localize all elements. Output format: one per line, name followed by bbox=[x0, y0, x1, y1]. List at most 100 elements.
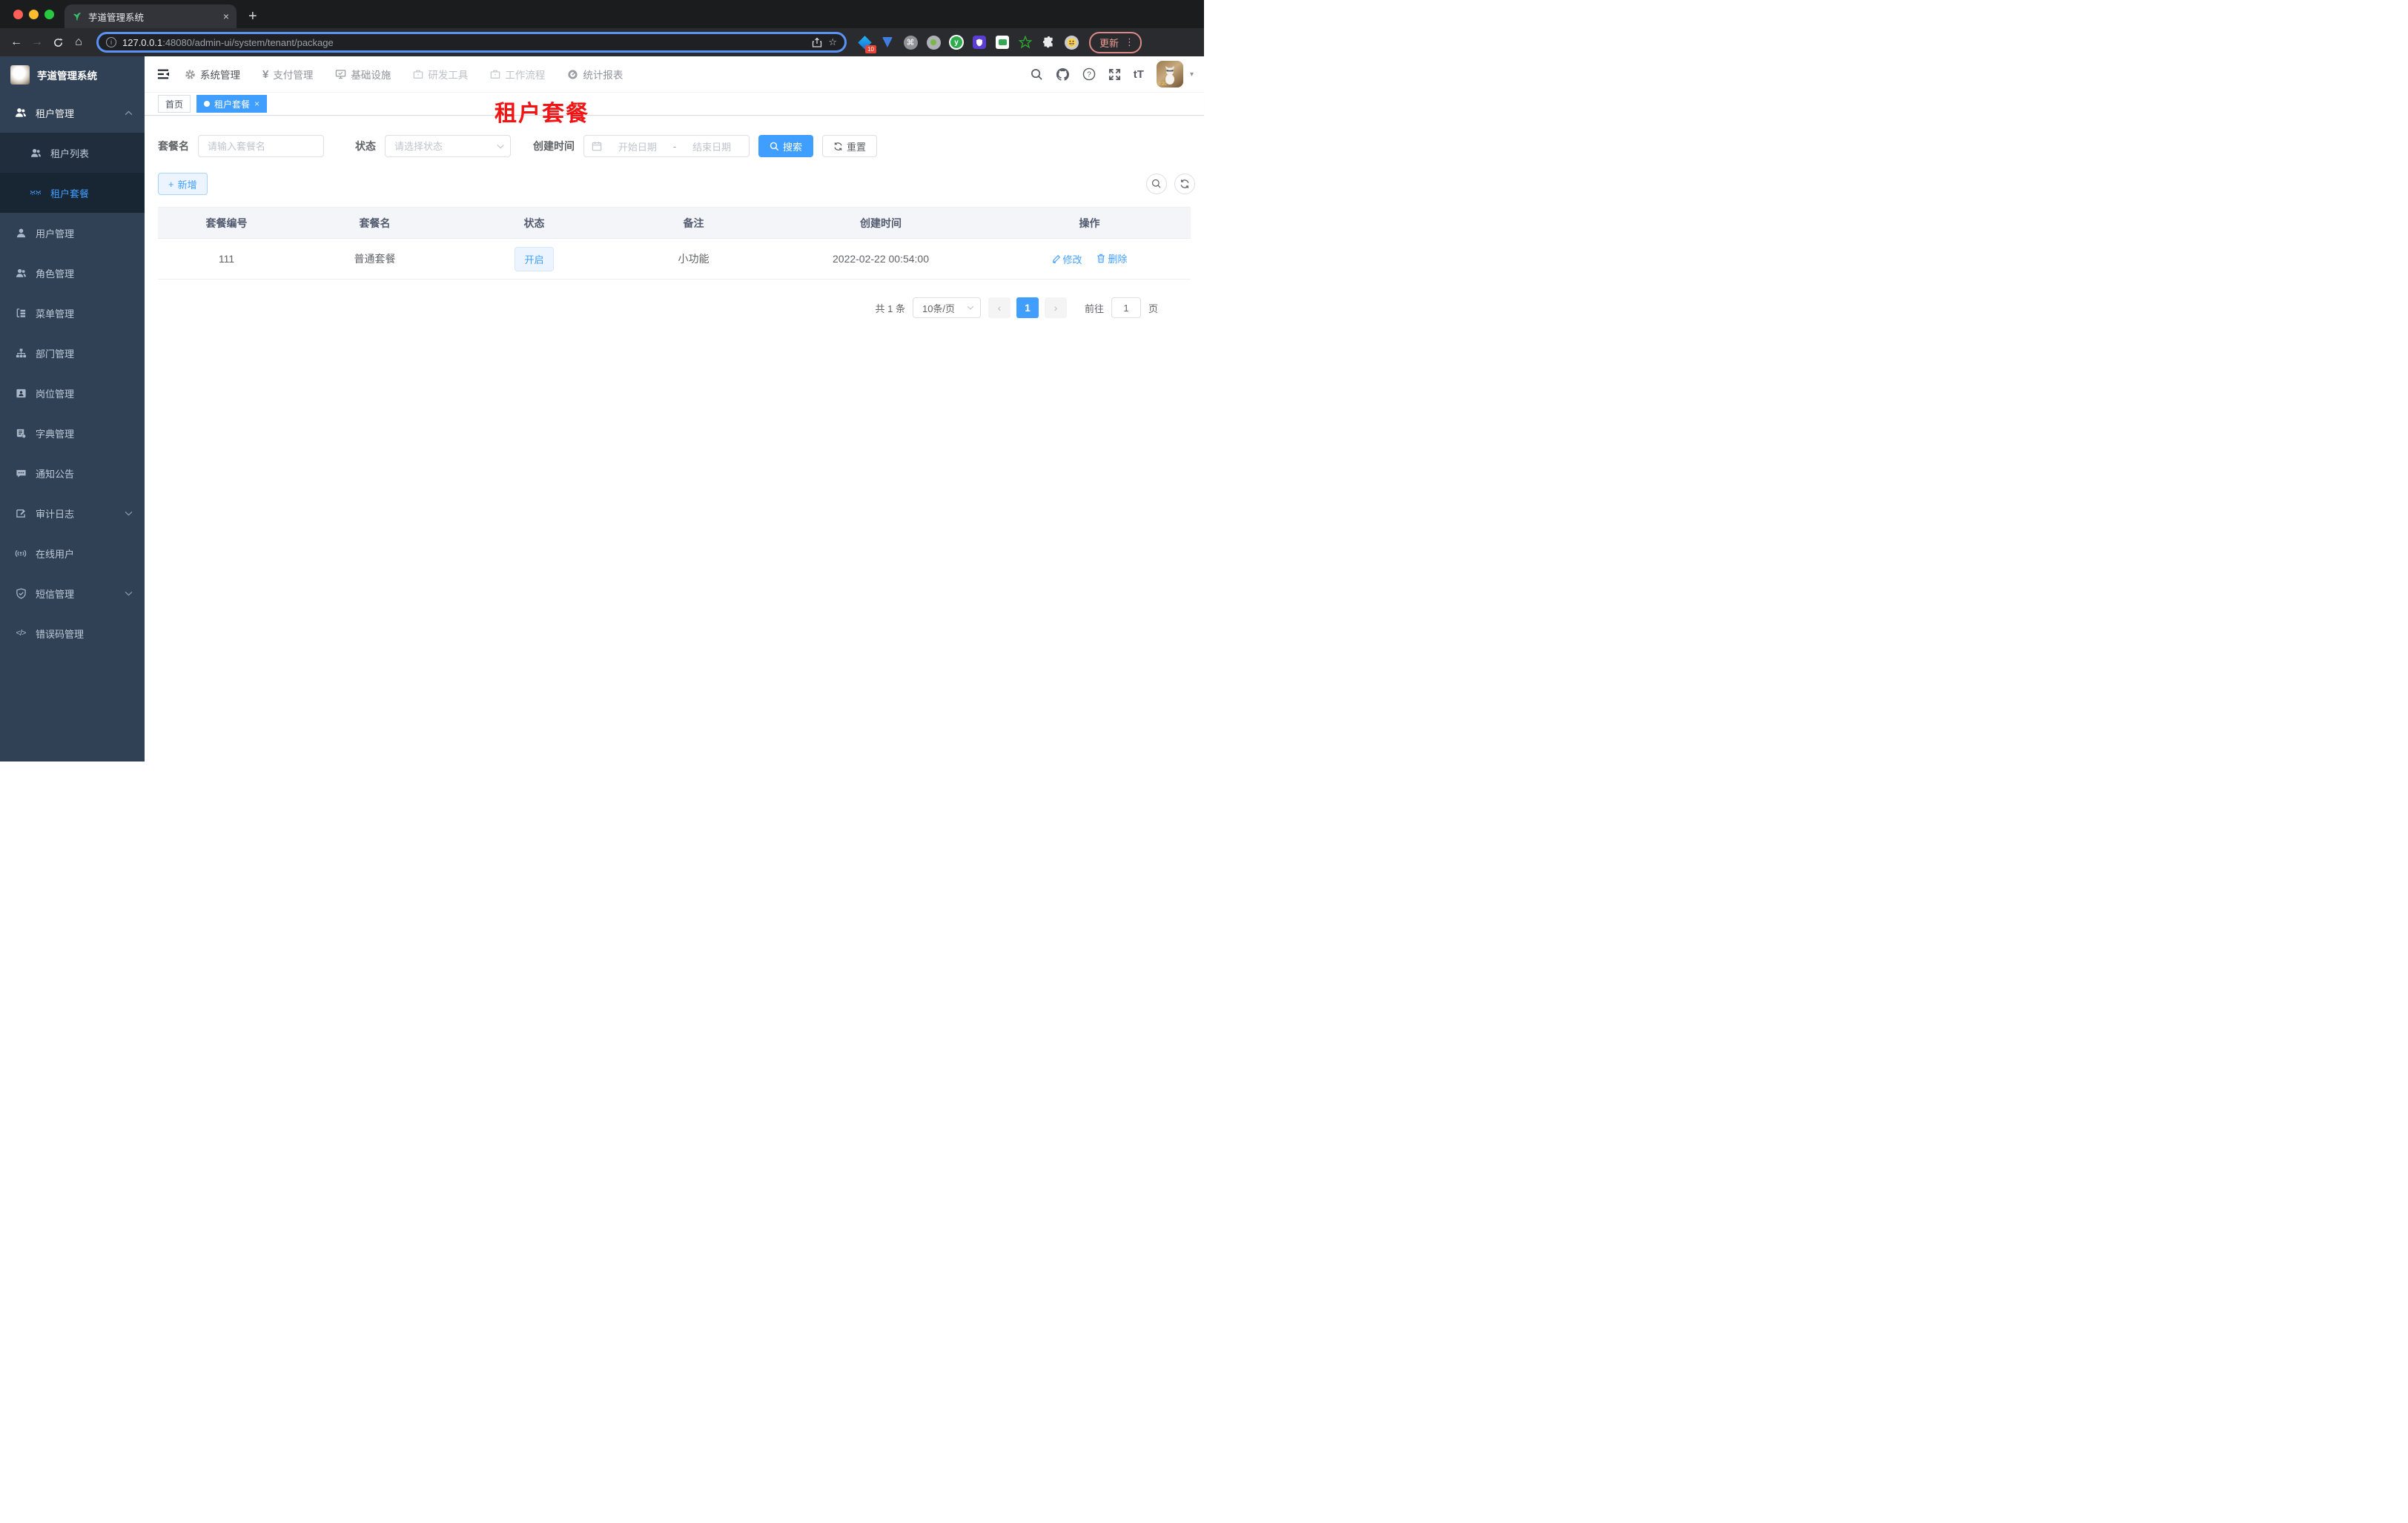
browser-update-button[interactable]: 更新 ⋮ bbox=[1089, 31, 1142, 53]
avatar[interactable]: 0:20 bbox=[1156, 61, 1183, 87]
goto-page-input[interactable] bbox=[1111, 297, 1141, 318]
home-button[interactable]: ⌂ bbox=[68, 36, 89, 49]
nav-item-payment[interactable]: ¥ 支付管理 bbox=[262, 67, 313, 82]
address-bar[interactable]: i 127.0.0.1:48080/admin-ui/system/tenant… bbox=[96, 32, 847, 53]
extension-star-icon[interactable] bbox=[1018, 35, 1033, 50]
date-range-picker[interactable]: 开始日期 - 结束日期 bbox=[583, 135, 750, 157]
nav-item-reports[interactable]: 统计报表 bbox=[567, 67, 623, 82]
extension-dict-icon[interactable]: 10 bbox=[857, 35, 876, 53]
nav-item-system[interactable]: 系统管理 bbox=[185, 67, 240, 82]
sidebar-item-label: 岗位管理 bbox=[36, 388, 75, 400]
nav-item-devtools[interactable]: 研发工具 bbox=[413, 67, 468, 82]
search-button[interactable]: 搜索 bbox=[758, 135, 814, 157]
nav-item-label: 基础设施 bbox=[351, 70, 391, 81]
share-icon[interactable] bbox=[812, 37, 822, 48]
sidebar-item-post-management[interactable]: 岗位管理 bbox=[0, 373, 145, 413]
sidebar-item-notice[interactable]: 通知公告 bbox=[0, 453, 145, 493]
tag-tenant-package[interactable]: 租户套餐 × bbox=[196, 95, 268, 113]
yen-icon: ¥ bbox=[262, 67, 269, 81]
back-button[interactable]: ← bbox=[6, 36, 27, 49]
new-tab-button[interactable]: + bbox=[248, 8, 257, 28]
sidebar-item-audit-log[interactable]: 审计日志 bbox=[0, 493, 145, 533]
refresh-icon bbox=[834, 142, 842, 151]
nav-item-infra[interactable]: 基础设施 bbox=[335, 67, 391, 82]
sidebar-item-tenant-package[interactable]: 租户套餐 bbox=[0, 173, 145, 213]
extension-gem-icon[interactable] bbox=[880, 35, 895, 50]
nav-item-label: 研发工具 bbox=[428, 70, 469, 81]
site-info-icon[interactable]: i bbox=[106, 37, 116, 47]
sidebar-item-tenant-list[interactable]: 租户列表 bbox=[0, 133, 145, 173]
refresh-table-button[interactable] bbox=[1174, 174, 1195, 194]
sidebar-item-error-code[interactable]: </> 错误码管理 bbox=[0, 613, 145, 653]
close-window-button[interactable] bbox=[13, 9, 23, 19]
tag-home[interactable]: 首页 bbox=[158, 95, 191, 113]
refresh-icon bbox=[1180, 179, 1189, 188]
reset-button-label: 重置 bbox=[847, 141, 867, 153]
cell-package-name: 普通套餐 bbox=[295, 238, 454, 280]
tag-close-icon[interactable]: × bbox=[254, 99, 259, 109]
package-name-input[interactable] bbox=[199, 136, 323, 156]
tab-close-icon[interactable]: × bbox=[223, 10, 229, 22]
edit-link[interactable]: 修改 bbox=[1052, 252, 1082, 266]
sidebar-item-menu-management[interactable]: 菜单管理 bbox=[0, 293, 145, 333]
sidebar-item-dict-management[interactable]: 字典管理 bbox=[0, 413, 145, 453]
search-icon[interactable] bbox=[1031, 68, 1043, 81]
font-size-icon[interactable]: tT bbox=[1134, 68, 1144, 81]
page-size-value: 10条/页 bbox=[922, 303, 956, 314]
edit-log-icon bbox=[15, 507, 27, 519]
sidebar-submenu-tenant: 租户列表 租户套餐 bbox=[0, 133, 145, 213]
next-page-button[interactable]: › bbox=[1044, 297, 1067, 318]
sidebar-logo-row[interactable]: 芋道管理系统 bbox=[0, 56, 145, 93]
github-icon[interactable] bbox=[1056, 67, 1070, 82]
sidebar-item-tenant-management[interactable]: 租户管理 bbox=[0, 93, 145, 133]
users-icon bbox=[15, 107, 27, 119]
prev-page-button[interactable]: ‹ bbox=[988, 297, 1010, 318]
extensions-puzzle-icon[interactable] bbox=[1041, 35, 1056, 50]
extension-emoji-icon[interactable] bbox=[1064, 35, 1079, 50]
extension-record-icon[interactable] bbox=[926, 35, 941, 50]
add-button[interactable]: + 新增 bbox=[158, 173, 208, 195]
sidebar-item-user-management[interactable]: 用户管理 bbox=[0, 213, 145, 253]
fullscreen-icon[interactable] bbox=[1108, 68, 1121, 81]
top-navigation: 系统管理 ¥ 支付管理 基础设施 研发工具 工作流程 统计报表 bbox=[185, 67, 623, 82]
delete-link[interactable]: 删除 bbox=[1096, 251, 1127, 265]
browser-tab[interactable]: 芋道管理系统 × bbox=[64, 4, 236, 28]
sidebar-item-role-management[interactable]: 角色管理 bbox=[0, 253, 145, 293]
page-1-button[interactable]: 1 bbox=[1016, 297, 1039, 318]
browser-menu-icon[interactable]: ⋮ bbox=[1125, 36, 1134, 48]
end-date-placeholder[interactable]: 结束日期 bbox=[682, 139, 741, 153]
code-icon: </> bbox=[16, 629, 27, 638]
extension-command-icon[interactable]: ⌘ bbox=[903, 35, 918, 50]
start-date-placeholder[interactable]: 开始日期 bbox=[608, 139, 667, 153]
extension-chat-icon[interactable] bbox=[995, 35, 1010, 50]
reload-icon bbox=[53, 38, 63, 47]
bookmark-star-icon[interactable]: ☆ bbox=[828, 36, 837, 48]
page-size-select[interactable]: 10条/页 bbox=[912, 297, 981, 318]
sidebar-item-dept-management[interactable]: 部门管理 bbox=[0, 333, 145, 373]
sidebar-item-sms-management[interactable]: 短信管理 bbox=[0, 573, 145, 613]
status-select[interactable] bbox=[385, 135, 511, 157]
extension-y-icon[interactable]: y bbox=[949, 35, 964, 50]
white-square-icon bbox=[996, 36, 1009, 49]
status-select-input[interactable] bbox=[386, 136, 497, 156]
show-search-toggle-button[interactable] bbox=[1146, 174, 1167, 194]
help-icon[interactable]: ? bbox=[1082, 67, 1096, 81]
y-letter-icon: y bbox=[950, 36, 962, 48]
filter-name-label: 套餐名 bbox=[158, 140, 189, 152]
nav-item-workflow[interactable]: 工作流程 bbox=[490, 67, 545, 82]
col-created: 创建时间 bbox=[773, 207, 988, 239]
reload-button[interactable] bbox=[47, 37, 68, 48]
sidebar-item-label: 部门管理 bbox=[36, 348, 75, 360]
col-remark: 备注 bbox=[614, 207, 773, 239]
forward-button[interactable]: → bbox=[27, 36, 47, 49]
sidebar-item-online-users[interactable]: 在线用户 bbox=[0, 533, 145, 573]
zoom-window-button[interactable] bbox=[44, 9, 54, 19]
reset-button[interactable]: 重置 bbox=[822, 135, 878, 157]
sidebar-collapse-icon[interactable] bbox=[156, 68, 170, 80]
green-bubble-icon bbox=[998, 39, 1007, 45]
pagination-total: 共 1 条 bbox=[875, 303, 905, 314]
minimize-window-button[interactable] bbox=[29, 9, 39, 19]
filter-form: 套餐名 状态 创建时间 开始日期 - 结束日期 bbox=[158, 135, 1204, 157]
avatar-caret-icon[interactable]: ▾ bbox=[1190, 70, 1194, 79]
extension-shield-icon[interactable] bbox=[972, 35, 987, 50]
